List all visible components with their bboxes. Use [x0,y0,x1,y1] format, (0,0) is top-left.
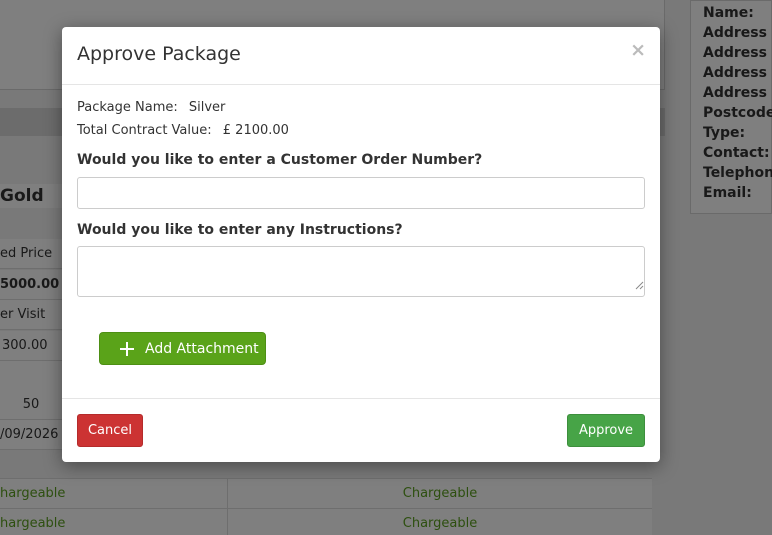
contract-value-line: Total Contract Value: £ 2100.00 [77,123,289,138]
order-number-question: Would you like to enter a Customer Order… [77,152,483,168]
approve-package-dialog: Approve Package × Package Name: Silver T… [62,27,660,462]
close-icon[interactable]: × [630,39,646,61]
package-name-line: Package Name: Silver [77,100,225,115]
instructions-question: Would you like to enter any Instructions… [77,222,403,238]
package-name-value: Silver [188,100,226,115]
dialog-header: Approve Package × [62,27,660,85]
dialog-title: Approve Package [77,43,241,65]
contract-value-label: Total Contract Value: [77,123,212,138]
instructions-textarea[interactable] [77,246,645,297]
customer-order-number-input[interactable] [77,177,645,209]
approve-button[interactable]: Approve [567,414,645,447]
package-name-label: Package Name: [77,100,178,115]
add-attachment-label: Add Attachment [145,340,259,357]
cancel-button[interactable]: Cancel [77,414,143,447]
plus-icon [120,341,134,356]
add-attachment-button[interactable]: Add Attachment [99,332,266,365]
contract-value-amount: £ 2100.00 [222,123,289,138]
resize-grip-icon[interactable] [635,281,644,290]
dialog-footer: Cancel Approve [62,398,660,462]
